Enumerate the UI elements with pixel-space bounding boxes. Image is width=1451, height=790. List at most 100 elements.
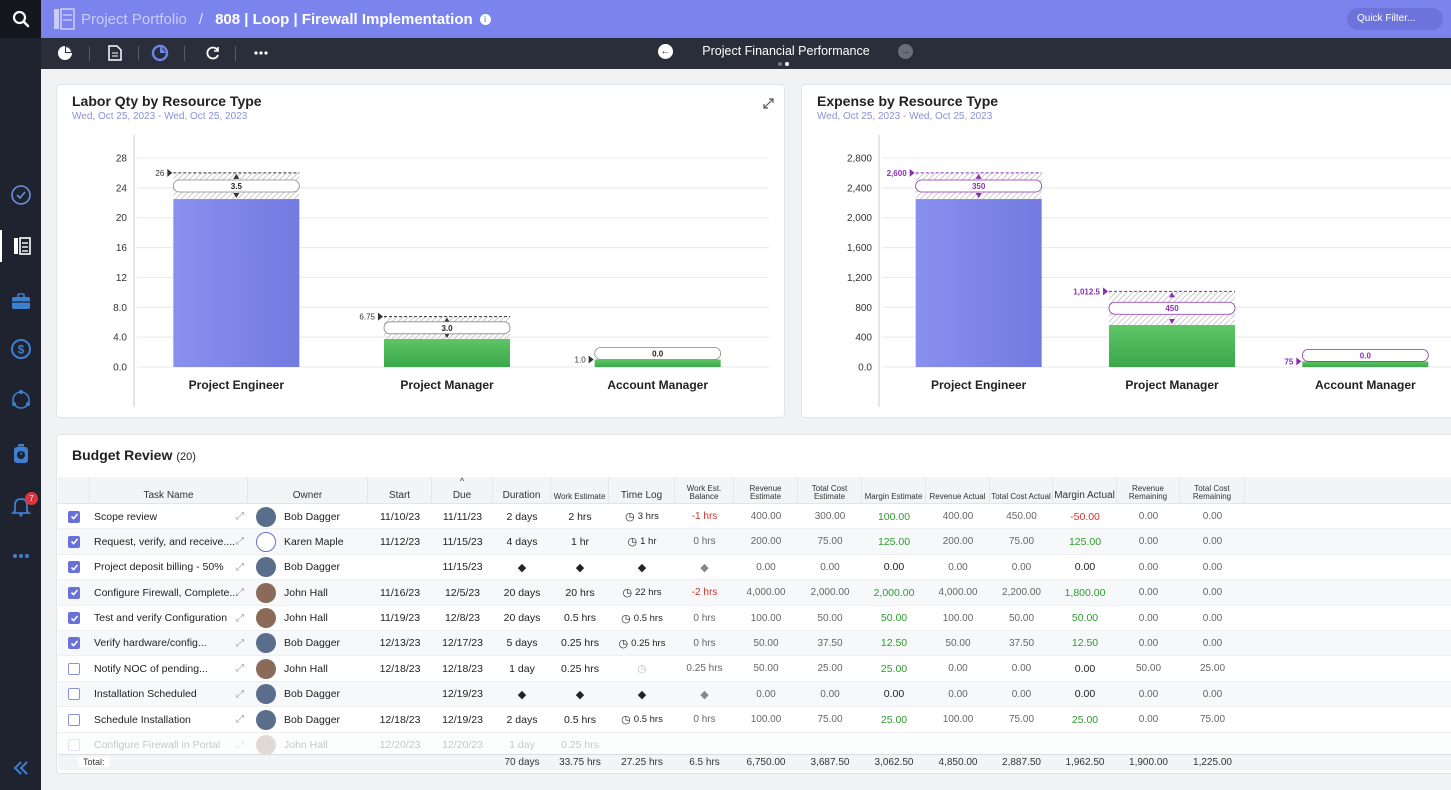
total-duration: 70 days: [504, 757, 540, 768]
open-task-icon[interactable]: ⤢: [236, 511, 244, 522]
work-cell: 0.5 hrs: [563, 612, 597, 625]
balance-cell: 0 hrs: [693, 536, 716, 548]
sort-ascending-icon[interactable]: ^: [460, 477, 464, 486]
row-checkbox[interactable]: [68, 637, 80, 650]
avatar: [256, 684, 276, 705]
column-header[interactable]: Work Estimate: [551, 477, 609, 504]
open-task-icon[interactable]: ⤢: [236, 638, 244, 649]
timer-icon[interactable]: [0, 438, 41, 470]
table-row[interactable]: Schedule Installation ⤢ Bob Dagger 12/18/23…: [58, 707, 1451, 733]
owner-name: John Hall: [284, 612, 328, 625]
task-name[interactable]: Scope review: [94, 511, 157, 523]
rev-rem-cell: 0.00: [1138, 688, 1159, 700]
open-task-icon[interactable]: ⤢: [236, 587, 244, 598]
row-checkbox[interactable]: [68, 535, 80, 548]
task-name[interactable]: Configure Firewall, Complete...: [94, 587, 238, 599]
portfolio-icon[interactable]: [0, 230, 41, 262]
table-row[interactable]: Notify NOC of pending... ⤢ John Hall 12/18/…: [58, 656, 1451, 682]
view-icon[interactable]: [151, 44, 169, 62]
more-icon[interactable]: [252, 44, 270, 62]
column-header[interactable]: Start: [368, 477, 432, 504]
collapse-icon[interactable]: [0, 752, 41, 784]
task-name[interactable]: Project deposit billing - 50%: [94, 561, 224, 573]
timelog-cell: ◷ 1 hr: [609, 529, 675, 554]
table-row[interactable]: Scope review ⤢ Bob Dagger 11/10/23 11/11/23 2…: [58, 504, 1451, 530]
task-name[interactable]: Installation Scheduled: [94, 688, 197, 700]
quick-filter-input[interactable]: Quick Filter...: [1347, 8, 1443, 30]
owner-name: Bob Dagger: [284, 713, 341, 726]
open-task-icon[interactable]: ⤢: [236, 689, 244, 700]
row-checkbox-cell: [58, 555, 90, 580]
table-row[interactable]: Request, verify, and receive.... ⤢ Karen M…: [58, 529, 1451, 555]
table-row[interactable]: Project deposit billing - 50% ⤢ Bob Dagger…: [58, 555, 1451, 581]
previous-report-button[interactable]: ←: [658, 44, 673, 59]
row-checkbox-cell: [58, 529, 90, 554]
column-header[interactable]: Time Log: [609, 477, 675, 504]
refresh-icon[interactable]: [204, 44, 222, 62]
row-checkbox[interactable]: [68, 561, 80, 574]
document-icon[interactable]: [106, 44, 124, 62]
target-label: 1.0: [575, 356, 587, 365]
column-header[interactable]: Task Name: [90, 477, 248, 504]
cost-rem-cell: 25.00: [1199, 663, 1226, 675]
column-header[interactable]: Due ^: [432, 477, 493, 504]
column-header[interactable]: Total Cost Remaining: [1180, 477, 1245, 504]
briefcase-icon[interactable]: [0, 285, 41, 317]
next-report-button[interactable]: →: [898, 44, 913, 59]
column-header[interactable]: Duration: [493, 477, 551, 504]
bar: [173, 199, 300, 367]
column-header[interactable]: Revenue Actual: [926, 477, 990, 504]
task-name[interactable]: Schedule Installation: [94, 714, 191, 726]
margin-act-cell: 50.00: [1071, 612, 1099, 625]
table-row[interactable]: Installation Scheduled ⤢ Bob Dagger 12/19/2…: [58, 681, 1451, 708]
open-task-icon[interactable]: ⤢: [236, 663, 244, 674]
task-name[interactable]: Request, verify, and receive....: [94, 536, 235, 548]
bell-icon[interactable]: 7: [0, 490, 41, 522]
task-name[interactable]: Configure Firewall in Portal: [94, 739, 220, 751]
open-task-icon[interactable]: ⤢: [236, 562, 244, 573]
task-name[interactable]: Verify hardware/config...: [94, 637, 207, 649]
dollar-icon[interactable]: $: [0, 333, 41, 365]
row-checkbox[interactable]: [68, 713, 80, 726]
table-row[interactable]: Test and verify Configuration ⤢ John Hall 1…: [58, 606, 1451, 631]
time-log-value: 0.5 hrs: [633, 612, 663, 624]
y-tick-label: 16: [116, 243, 128, 254]
pie-chart-icon[interactable]: [56, 44, 74, 62]
column-header[interactable]: Total Cost Estimate: [798, 477, 862, 504]
column-header[interactable]: Work Est. Balance: [675, 477, 734, 504]
breadcrumb-portfolio[interactable]: Project Portfolio: [81, 11, 187, 28]
open-task-icon[interactable]: ⤢: [236, 613, 244, 624]
search-icon[interactable]: [0, 0, 41, 38]
check-circle-icon[interactable]: [0, 179, 41, 211]
task-name[interactable]: Notify NOC of pending...: [94, 663, 208, 675]
cycle-icon[interactable]: [0, 384, 41, 416]
row-checkbox[interactable]: [68, 662, 80, 675]
task-name[interactable]: Test and verify Configuration: [94, 612, 227, 624]
row-checkbox[interactable]: [68, 688, 80, 701]
row-checkbox[interactable]: [68, 510, 80, 523]
column-header[interactable]: Owner: [248, 477, 368, 504]
work-cell: ◆: [575, 561, 585, 574]
open-task-icon[interactable]: ⤢: [236, 714, 244, 725]
start-cell: [368, 682, 432, 707]
open-task-icon[interactable]: ⤢: [236, 536, 244, 547]
avatar: [256, 506, 276, 527]
column-header[interactable]: Revenue Remaining: [1117, 477, 1180, 504]
column-header[interactable]: Total Cost Actual: [990, 477, 1053, 504]
column-header[interactable]: Margin Actual: [1053, 477, 1117, 504]
row-checkbox[interactable]: [68, 739, 80, 752]
row-checkbox-cell: [58, 707, 90, 732]
row-checkbox[interactable]: [68, 612, 80, 625]
open-task-icon[interactable]: ⤢: [236, 740, 244, 751]
row-checkbox[interactable]: [68, 586, 80, 599]
more-icon[interactable]: [0, 540, 41, 572]
category-label: Project Engineer: [931, 378, 1027, 392]
rev-act-cell: 100.00: [942, 714, 974, 726]
column-header[interactable]: Margin Estimate: [862, 477, 926, 504]
table-row[interactable]: Verify hardware/config... ⤢ Bob Dagger 12/1…: [58, 630, 1451, 657]
column-header[interactable]: Revenue Estimate: [734, 477, 798, 504]
cost-rem-cell: 0.00: [1202, 612, 1223, 624]
cost-act-cell: 75.00: [1008, 714, 1035, 726]
info-icon[interactable]: i: [479, 13, 491, 25]
table-row[interactable]: Configure Firewall, Complete... ⤢ John Hal…: [58, 580, 1451, 606]
